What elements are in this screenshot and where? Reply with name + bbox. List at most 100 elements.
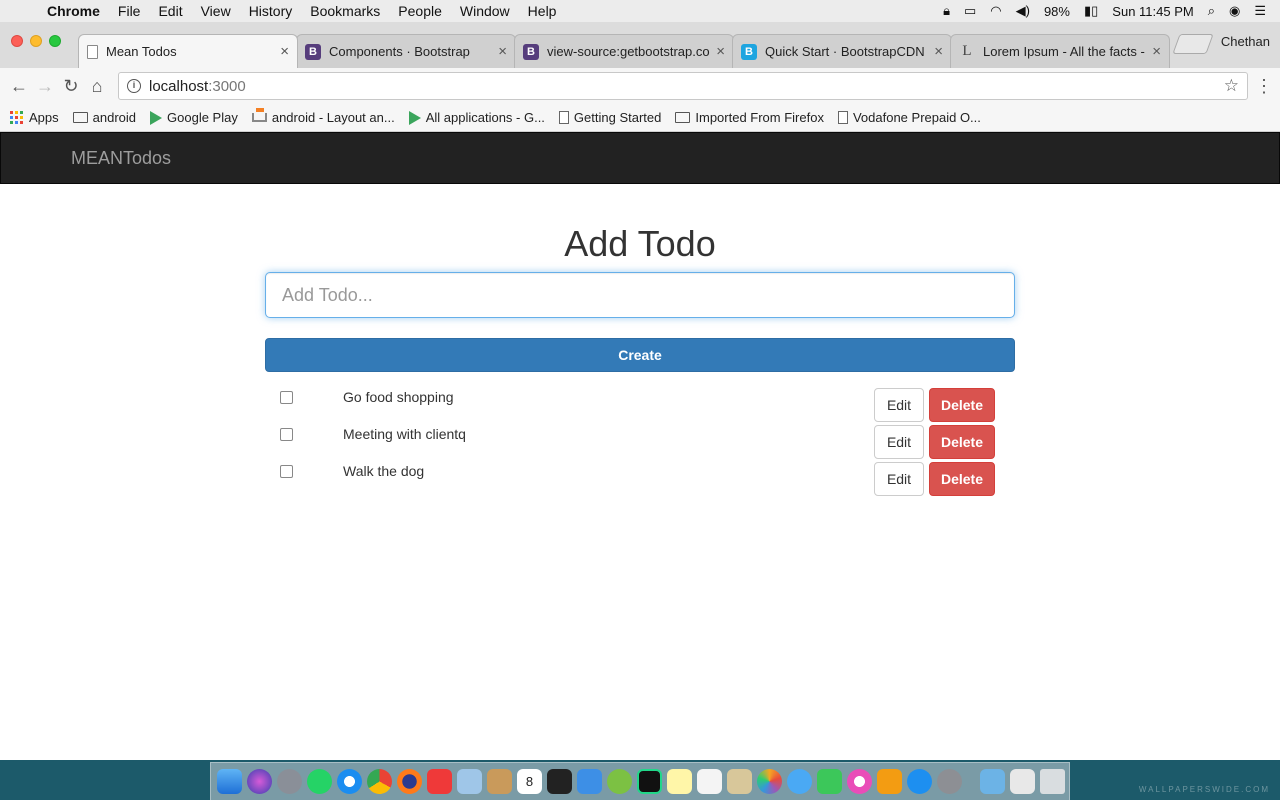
bookmark-google-play[interactable]: Google Play [150,110,238,125]
whatsapp-icon[interactable] [307,769,332,794]
menu-people[interactable]: People [389,3,451,19]
finder-icon[interactable] [217,769,242,794]
itunes-icon[interactable] [847,769,872,794]
add-todo-input[interactable] [265,272,1015,318]
delete-button[interactable]: Delete [929,388,995,422]
notification-center-icon[interactable]: ☰ [1254,3,1266,19]
bookmark-android-folder[interactable]: android [72,110,136,125]
notes-folder-icon[interactable] [487,769,512,794]
edit-button[interactable]: Edit [874,425,924,459]
todo-checkbox[interactable] [280,391,293,404]
bootstrapcdn-icon: B [741,43,757,60]
info-icon[interactable]: i [127,79,141,93]
system-preferences-icon[interactable] [937,769,962,794]
profile-button[interactable]: Chethan [1221,34,1270,49]
bookmark-vodafone[interactable]: Vodafone Prepaid O... [837,110,981,125]
apps-grid-icon [10,111,23,124]
battery-percent[interactable]: 98% [1044,4,1070,19]
webstorm-icon[interactable] [637,769,662,794]
battery-icon[interactable]: ▮▯ [1084,3,1098,19]
volume-icon[interactable]: ◀︎) [1016,3,1030,19]
bookmark-all-applications[interactable]: All applications - G... [408,110,545,125]
firefox-icon[interactable] [397,769,422,794]
close-tab-icon[interactable]: × [498,43,507,60]
edit-button[interactable]: Edit [874,388,924,422]
reminders-icon[interactable] [697,769,722,794]
contacts-icon[interactable] [727,769,752,794]
minimize-window-button[interactable] [30,35,42,47]
menu-edit[interactable]: Edit [149,3,191,19]
menu-help[interactable]: Help [519,3,566,19]
close-window-button[interactable] [11,35,23,47]
tab-title: Lorem Ipsum - All the facts - [983,44,1145,59]
tab-strip: Mean Todos × B Components · Bootstrap × … [0,22,1280,68]
chrome-menu-icon[interactable]: ⋮ [1254,76,1274,97]
terminal-icon[interactable] [547,769,572,794]
safari-icon[interactable] [337,769,362,794]
photos-icon[interactable] [757,769,782,794]
messages-icon[interactable] [787,769,812,794]
bookmark-getting-started[interactable]: Getting Started [558,110,661,125]
todo-item: Meeting with clientq Edit Delete [265,424,1015,461]
address-bar[interactable]: i localhost :3000 ☆ [118,72,1248,100]
menu-file[interactable]: File [109,3,150,19]
bookmark-android-layout[interactable]: android - Layout an... [251,108,395,125]
app-store-icon[interactable] [907,769,932,794]
menu-history[interactable]: History [240,3,302,19]
brand-link[interactable]: MEANTodos [71,148,171,169]
close-tab-icon[interactable]: × [934,43,943,60]
bookmark-imported-firefox[interactable]: Imported From Firefox [675,110,824,125]
notes-icon[interactable] [667,769,692,794]
calendar-icon[interactable]: 8 [517,769,542,794]
facetime-icon[interactable] [817,769,842,794]
chrome-icon[interactable] [367,769,392,794]
home-icon[interactable]: ⌂ [84,73,110,99]
xcode-icon[interactable] [577,769,602,794]
tab-mean-todos[interactable]: Mean Todos × [78,34,298,68]
menu-window[interactable]: Window [451,3,519,19]
siri-icon[interactable] [247,769,272,794]
bookmark-label: Google Play [167,110,238,125]
wifi-icon[interactable]: ◠ [990,3,1001,19]
todo-checkbox[interactable] [280,465,293,478]
lock-icon[interactable]: 🔒︎ [943,3,950,19]
todo-list: Go food shopping Edit Delete Meeting wit… [265,387,1015,498]
page-icon [837,111,848,124]
bookmark-label: Apps [29,110,59,125]
delete-button[interactable]: Delete [929,425,995,459]
siri-icon[interactable]: ◉ [1229,3,1240,19]
chrome-window: Mean Todos × B Components · Bootstrap × … [0,22,1280,760]
downloads-folder-icon[interactable] [980,769,1005,794]
forward-arrow-icon[interactable]: → [32,73,58,99]
new-tab-button[interactable] [1172,34,1214,54]
tab-view-source[interactable]: B view-source:getbootstrap.co × [514,34,734,68]
reload-icon[interactable]: ↻ [58,73,84,99]
app-menu[interactable]: Chrome [38,3,109,19]
delete-button[interactable]: Delete [929,462,995,496]
clock[interactable]: Sun 11:45 PM [1112,4,1193,19]
bookmark-star-icon[interactable]: ☆ [1224,76,1239,96]
tab-bootstrapcdn[interactable]: B Quick Start · BootstrapCDN b × [732,34,952,68]
trash-icon[interactable] [1040,769,1065,794]
maximize-window-button[interactable] [49,35,61,47]
preview-icon[interactable] [457,769,482,794]
vivaldi-icon[interactable] [427,769,452,794]
close-tab-icon[interactable]: × [280,43,289,60]
menu-view[interactable]: View [192,3,240,19]
airplay-icon[interactable]: ▭ [964,3,976,19]
tab-bootstrap-components[interactable]: B Components · Bootstrap × [296,34,516,68]
close-tab-icon[interactable]: × [716,43,725,60]
spotlight-search-icon[interactable]: ⌕ [1208,3,1215,19]
todo-checkbox[interactable] [280,428,293,441]
launchpad-icon[interactable] [277,769,302,794]
edit-button[interactable]: Edit [874,462,924,496]
documents-stack-icon[interactable] [1010,769,1035,794]
menu-bookmarks[interactable]: Bookmarks [301,3,389,19]
android-studio-icon[interactable] [607,769,632,794]
ibooks-icon[interactable] [877,769,902,794]
close-tab-icon[interactable]: × [1152,43,1161,60]
bookmark-apps[interactable]: Apps [10,110,59,125]
tab-lorem-ipsum[interactable]: L Lorem Ipsum - All the facts - × [950,34,1170,68]
back-arrow-icon[interactable]: ← [6,73,32,99]
create-button[interactable]: Create [265,338,1015,372]
